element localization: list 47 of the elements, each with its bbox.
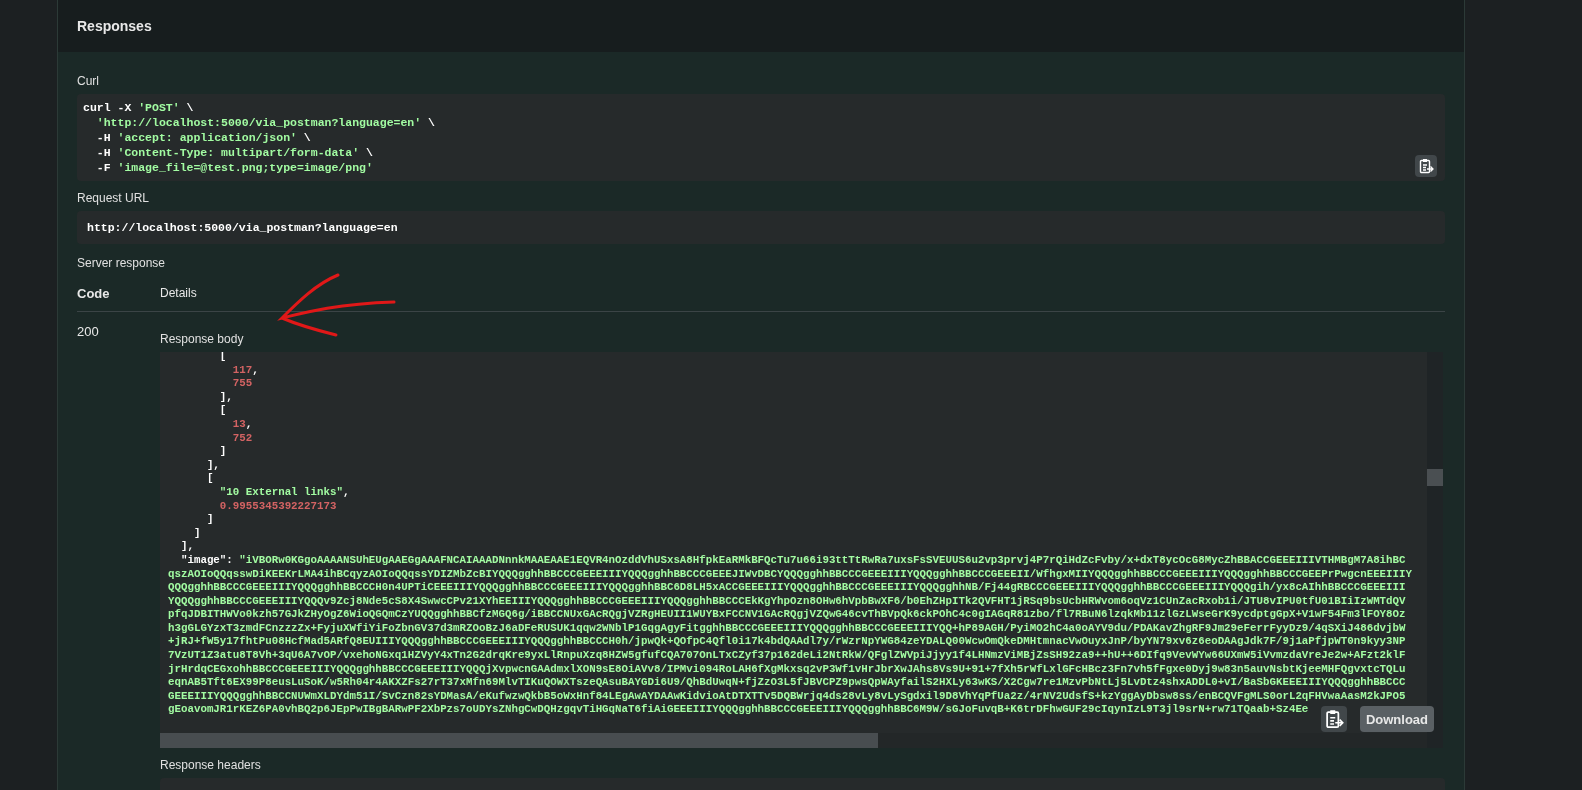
code-line: YQQQgghhBBCCCGEEEIIIYQQQv9Zcj8Nde5cS8X4SwwcCPv21XYhEEIIIYQQQgghhBBCCCGEEEIIIYQQQgghhBBCCCEkKgYhpOzn8OHw6hVpbBwXF6/b0EhZHpITk2QVFHT1jRSq9bsUcbHRWvom6oqVz1CUnZacRxob1i/JTU8vIPU0tfU01BIiIzWMTdQV bbox=[168, 594, 1406, 609]
copy-icon bbox=[1418, 158, 1434, 174]
code-line: "image": "iVBORw0KGgoAAAANSUhEUgAAEGgAAAFNCAIAAADNnnkMAAEAAE1EQVR4nOzddVhUSxsA8HfpkEaRMkBFQcTu7u66i93ttTtRwRa7uxsFsSVEUUS6u2vp3prvj4P7rQiHdZcFvby/x+dxT8ycOcG8MycZhBBACCGEEEIIIVTHMBgM7A8ihBC bbox=[179, 553, 1406, 568]
column-header: Code bbox=[77, 286, 111, 301]
code-line: 755 bbox=[231, 377, 253, 391]
code-line: 117, bbox=[231, 363, 259, 378]
code-line: -H 'accept: application/json' \ bbox=[95, 130, 311, 145]
code-line: ] bbox=[192, 526, 201, 541]
code-line: qszAOIoQQqsswDiKEEKrLMA4ihBCqyzAOIoQQqssYDIZMbZcBIYQQQgghhBBCCCGEEEIIIYQQQgghhBBCCCGEEEJIWvDBCYQQQgghhBBCCCGEEEIIIYQQQgghhBBCCCGEEEII/WfhgxMIIYQQQgghhBBCCCGEEEIIIYQQQgghhBBCCCGEEPrPwgcnEEEIIIY bbox=[168, 567, 1412, 582]
code-line: 752 bbox=[231, 431, 253, 446]
server-response-label: Server response bbox=[77, 256, 167, 270]
code-line: ], bbox=[218, 390, 233, 405]
copy-icon bbox=[1324, 709, 1344, 729]
code-line: ], bbox=[205, 458, 220, 473]
request-url-value: http://localhost:5000/via_postman?language=en bbox=[77, 211, 1445, 244]
code-line: -H 'Content-Type: multipart/form-data' \ bbox=[95, 145, 373, 160]
request-url-label: Request URL bbox=[77, 191, 151, 205]
code-line: [ bbox=[205, 472, 214, 486]
curl-label: Curl bbox=[77, 74, 100, 88]
code-line: jrHrdqCEGxohhBBCCCGEEEIIIYQQQgghhBBCCCGEEEIIIYQQQjXvpwcnGAAdmxlXON9sE8OiAVv8/IPMvi094RoLAH6fXgMkxsq2vP3Wf1vHrJbrXwJAhs8Vs9U+91+7fXh5rWfLxlGFcHBcz3Fn7vh5fFgxe0Dyj9w83n5auvNsbtKjeeMHFQgvxtcTQLu bbox=[168, 662, 1406, 677]
status-code: 200 bbox=[77, 324, 100, 341]
column-header: Details bbox=[160, 286, 197, 301]
code-line: curl -X 'POST' \ bbox=[83, 100, 194, 115]
response-body-label: Response body bbox=[160, 332, 245, 346]
code-line: h3gGLGYzxT3zmdFCnzzzZx+FyjuXWfiYiFoZbnGV37d3mRZOoBzJ6aDFeRUSUK1qqw2WNblP1GqgAgyFitgghhBBCCCGEEEIIIYQQQgghhBBCCCGEEEIIIYQQ+hP89AGH/PyiMO2hC4a0oAYV9du/PDAKavZhgRF9Jm29eFerrFyyDz9/4qSXiJ486dvjbW bbox=[168, 621, 1406, 636]
code-line: ] bbox=[205, 513, 214, 527]
code-line: -F 'image_file=@test.png;type=image/png' bbox=[95, 160, 373, 175]
code-line: eqnAB5Tft6EX99P8eusLuSoK/w5Rh04r4AKXZFs27rT37xMfn69MlvTIKuQOWXTszeQAsuBAYGDi6U9/QhBdUwqN+fjZzO3L5fJBVCPZ9pwsQpWAyfailS2HXLy63wKS/X2Cgw7re1MzvPbNtLj5LvDtz4shxADDL0+vI/BaSbGKEEEIIIYQQQgghhBBCCC bbox=[168, 676, 1406, 690]
section-title: Responses bbox=[77, 18, 152, 34]
code-line: 13, bbox=[231, 417, 253, 432]
code-line: ], bbox=[179, 540, 194, 554]
code-line: 'http://localhost:5000/via_postman?language=en' \ bbox=[95, 115, 435, 130]
code-line: gEoavomJR1rKEZ6PA0vhBQ2p6JEpPwIBgBARwPF2XbPzs7oUDYsZNhgCwDQHzgqvTiHGqNaT6fiAiGEEEIIIYQQQgghhBBCCCGEEEIIIYQQQgghhBBC6M9W/sGJoFuvqB+K6trDFhwGUF29cIqynIzL9T3jl9srN+rw71TQaab+Sz4Ee bbox=[168, 703, 1309, 718]
copy-button[interactable] bbox=[1415, 155, 1437, 177]
code-line: QQQgghhBBCCCGEEEIIIYQQQgghhBBCCCH0n4UPTiCEEEIIIYQQQgghhBBCCCGEEEIIIYQQQgghhBBC6D8LH5xACCGEEEIIIYQQQgghhBBCCCGEEEIIIYQQQgghhNB/Fj44gRBCCCGEEEIIIYQQQgghhBBCCCGEEEIIIYQQQgih/yx8cAIhhBBCCCGEEEIII bbox=[168, 581, 1406, 595]
code-line: [ bbox=[218, 404, 227, 418]
code-line: 0.9955345392227173 bbox=[218, 499, 337, 514]
code-line: "10 External links", bbox=[218, 485, 350, 500]
code-line: ] bbox=[218, 445, 227, 459]
code-line: +jRJ+fW5y17fhtPu08HcfMad5ARfQ8EUIIIYQQQgghhBBCCCGEEEIIIYQQQgghhBBCCCH0h/jpwQk+QOfpC4Qfl0i17k4bdQAAdl7y/rWzrNpYWG84zeYDALQ00WcwOmQkeDMHtmnacVwOuyxJnP/byYN79xv6z6eoDAAgJdk7F/9j1aPfjpWT0n9kyy3NP bbox=[168, 635, 1406, 650]
code-line: pfqJDBITHWVo0kzh57GJkZHyOgZ6WioQGQmCzYUQQgghhBBCfzMGQ6g/iBBCCNUxGAcRQgjVZRgHEUII1WUYBxFCCNV1GAcRQgjVZQwG46cvThBVpQk6ckPOhC4c0gIAGqR81zbo/fl7RBuN6lzqkMb11zlGzLWseGrK9ycdptgGpX+V1wF54Fm3lFOY8Oz bbox=[168, 608, 1406, 622]
code-line: 7VzUT1Z3atu8T8Vh+3qU6A7vOP/vxehoNGxq1HZVyY4xTn2G2drqKre9yxLlRnpuXzq8HZW5gfufCQA707OnLTxCZyf37p162deLi2NtRkW/QFglZWVpiJjyy1f4LHNmzViMBjZsSH92za9++hU++6DIfq9VevWYw66UXmW5iVvmzdaVreJe2w+AFzt2klF bbox=[168, 649, 1406, 663]
download-button[interactable]: Download bbox=[1359, 706, 1434, 732]
copy-button[interactable] bbox=[1321, 706, 1347, 732]
response-headers-label: Response headers bbox=[160, 758, 262, 772]
vertical-scrollbar[interactable] bbox=[1427, 352, 1443, 748]
code-line: GEEEIIIYQQQgghhBBCCNUWmXLDYdm51I/SvCzn82sYDMasA/eKufwzwQkbB5oWxHnf84LEgAwAYDAAwKidvioAtDTXTTv5DQBWrjq4ds28vLy8vLySgdxil9D8VhYqPfUa2z/4rNV2UdsfS+kzYggAyDbsw8ss/enBCQVFgMLS0orL2qFHVwaAasM2kJPO5 bbox=[168, 689, 1406, 704]
